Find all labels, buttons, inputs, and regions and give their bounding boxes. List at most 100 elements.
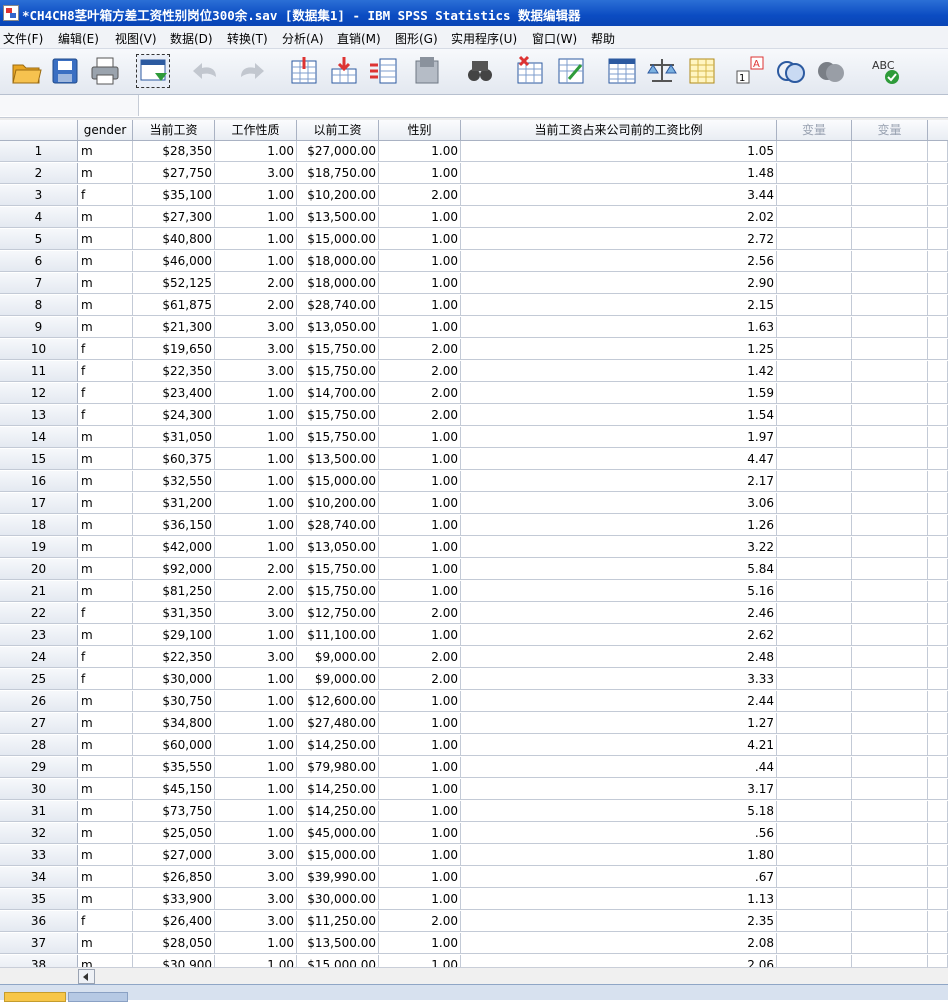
data-cell[interactable]: 2.48	[461, 647, 777, 668]
data-cell[interactable]: 3.00	[215, 339, 297, 360]
empty-cell[interactable]	[852, 493, 928, 514]
data-cell[interactable]: 4.47	[461, 449, 777, 470]
empty-cell[interactable]	[852, 449, 928, 470]
data-cell[interactable]: 1.00	[379, 163, 461, 184]
data-cell[interactable]: $10,200.00	[297, 185, 379, 206]
data-cell[interactable]: $15,000.00	[297, 845, 379, 866]
data-cell[interactable]: $27,000.00	[297, 141, 379, 162]
data-cell[interactable]: $30,000.00	[297, 889, 379, 910]
show-all-variables-icon[interactable]	[815, 55, 847, 87]
data-cell[interactable]: f	[78, 405, 133, 426]
empty-cell[interactable]	[777, 625, 852, 646]
data-cell[interactable]: m	[78, 273, 133, 294]
row-header[interactable]: 12	[0, 383, 78, 404]
goto-case-icon[interactable]	[288, 55, 320, 87]
data-cell[interactable]: 1.00	[215, 713, 297, 734]
data-cell[interactable]: $28,740.00	[297, 515, 379, 536]
menu-item-4[interactable]: 转换(T)	[227, 30, 268, 47]
empty-cell[interactable]	[852, 735, 928, 756]
column-header-2[interactable]: 当前工资	[133, 120, 215, 141]
empty-cell[interactable]	[928, 207, 948, 228]
data-cell[interactable]: 1.05	[461, 141, 777, 162]
data-cell[interactable]: $15,000.00	[297, 955, 379, 967]
data-cell[interactable]: $22,350	[133, 361, 215, 382]
data-cell[interactable]: 1.00	[215, 141, 297, 162]
empty-cell[interactable]	[852, 229, 928, 250]
data-cell[interactable]: 2.00	[379, 339, 461, 360]
data-cell[interactable]: 1.80	[461, 845, 777, 866]
menu-item-8[interactable]: 实用程序(U)	[451, 30, 517, 47]
data-cell[interactable]: $45,000.00	[297, 823, 379, 844]
data-cell[interactable]: f	[78, 669, 133, 690]
empty-cell[interactable]	[852, 383, 928, 404]
data-cell[interactable]: 2.00	[379, 647, 461, 668]
data-cell[interactable]: 1.00	[215, 625, 297, 646]
data-cell[interactable]: $31,050	[133, 427, 215, 448]
data-cell[interactable]: $35,550	[133, 757, 215, 778]
data-cell[interactable]: $27,300	[133, 207, 215, 228]
data-cell[interactable]: f	[78, 647, 133, 668]
empty-cell[interactable]	[852, 581, 928, 602]
row-header[interactable]: 32	[0, 823, 78, 844]
menu-item-7[interactable]: 图形(G)	[395, 30, 438, 47]
data-cell[interactable]: 1.00	[379, 273, 461, 294]
data-cell[interactable]: $26,400	[133, 911, 215, 932]
row-header[interactable]: 20	[0, 559, 78, 580]
data-cell[interactable]: $13,050.00	[297, 537, 379, 558]
row-header[interactable]: 26	[0, 691, 78, 712]
data-cell[interactable]: m	[78, 735, 133, 756]
data-cell[interactable]: 1.00	[215, 735, 297, 756]
empty-cell[interactable]	[852, 669, 928, 690]
data-cell[interactable]: $40,800	[133, 229, 215, 250]
data-cell[interactable]: 5.18	[461, 801, 777, 822]
select-cases-icon[interactable]	[686, 55, 718, 87]
data-cell[interactable]: 1.00	[215, 251, 297, 272]
empty-cell[interactable]	[852, 515, 928, 536]
empty-cell[interactable]	[852, 757, 928, 778]
data-cell[interactable]: 1.00	[379, 207, 461, 228]
data-cell[interactable]: m	[78, 955, 133, 967]
data-cell[interactable]: 1.00	[379, 691, 461, 712]
data-cell[interactable]: f	[78, 383, 133, 404]
empty-cell[interactable]	[852, 427, 928, 448]
data-cell[interactable]: $35,100	[133, 185, 215, 206]
data-cell[interactable]: 2.17	[461, 471, 777, 492]
empty-cell[interactable]	[777, 471, 852, 492]
data-cell[interactable]: m	[78, 867, 133, 888]
row-header[interactable]: 1	[0, 141, 78, 162]
empty-cell[interactable]	[928, 845, 948, 866]
empty-cell[interactable]	[777, 735, 852, 756]
column-header-8[interactable]: 变量	[852, 120, 928, 141]
corner-header[interactable]	[0, 120, 78, 141]
empty-cell[interactable]	[777, 295, 852, 316]
data-cell[interactable]: 1.00	[215, 207, 297, 228]
data-cell[interactable]: 1.00	[215, 537, 297, 558]
data-cell[interactable]: 1.00	[379, 713, 461, 734]
row-header[interactable]: 24	[0, 647, 78, 668]
row-header[interactable]: 9	[0, 317, 78, 338]
data-cell[interactable]: 1.00	[215, 229, 297, 250]
redo-icon[interactable]	[235, 55, 267, 87]
empty-cell[interactable]	[852, 779, 928, 800]
cell-reference-box[interactable]	[0, 95, 139, 116]
empty-cell[interactable]	[928, 801, 948, 822]
data-cell[interactable]: $39,990.00	[297, 867, 379, 888]
data-cell[interactable]: $24,300	[133, 405, 215, 426]
data-cell[interactable]: 1.26	[461, 515, 777, 536]
empty-cell[interactable]	[928, 537, 948, 558]
row-header[interactable]: 10	[0, 339, 78, 360]
row-header[interactable]: 7	[0, 273, 78, 294]
empty-cell[interactable]	[777, 405, 852, 426]
data-cell[interactable]: $29,100	[133, 625, 215, 646]
data-cell[interactable]: 2.00	[379, 185, 461, 206]
data-cell[interactable]: 1.97	[461, 427, 777, 448]
data-cell[interactable]: 1.54	[461, 405, 777, 426]
row-header[interactable]: 8	[0, 295, 78, 316]
row-header[interactable]: 15	[0, 449, 78, 470]
row-header[interactable]: 34	[0, 867, 78, 888]
empty-cell[interactable]	[928, 669, 948, 690]
data-cell[interactable]: $30,000	[133, 669, 215, 690]
row-header[interactable]: 35	[0, 889, 78, 910]
print-icon[interactable]	[89, 55, 121, 87]
data-cell[interactable]: f	[78, 603, 133, 624]
